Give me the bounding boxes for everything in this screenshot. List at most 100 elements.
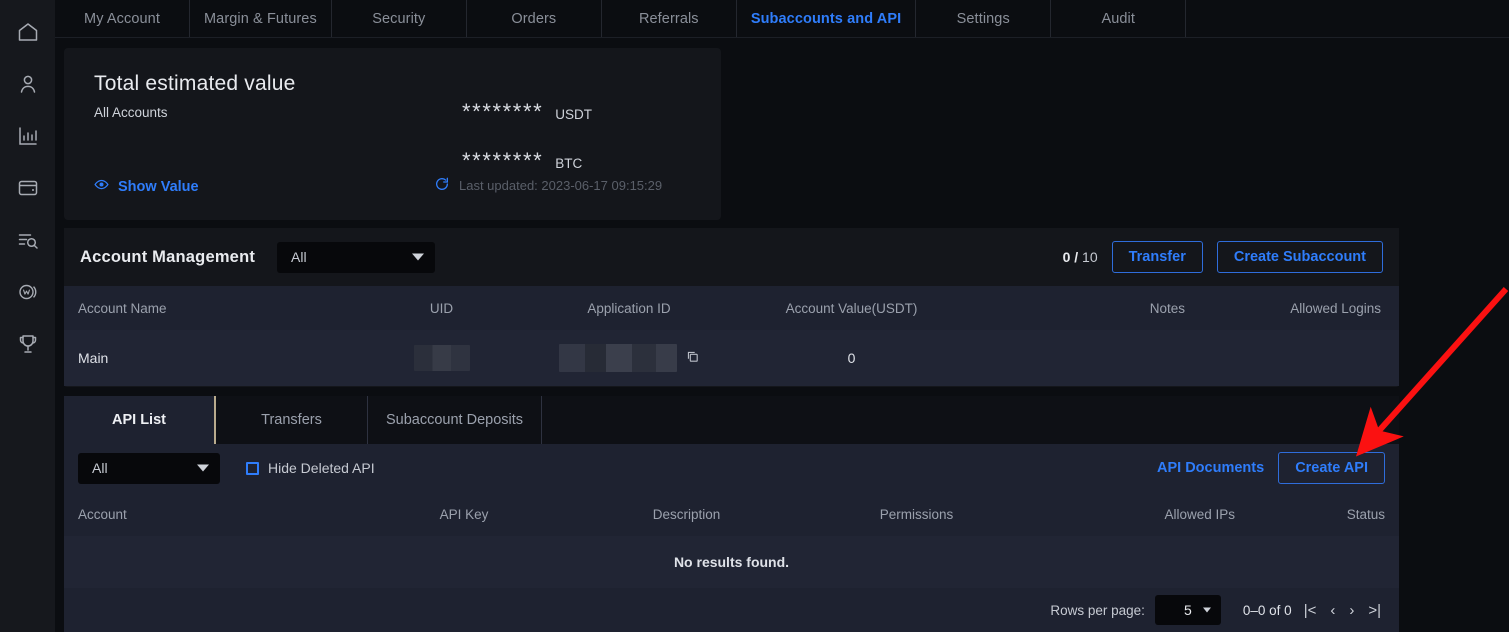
wallet-icon (16, 176, 40, 200)
subaccount-counter-total: 10 (1082, 249, 1098, 265)
col-allowed-ips: Allowed IPs (1164, 506, 1235, 522)
last-updated-text: Last updated: 2023-06-17 09:15:29 (459, 178, 663, 193)
application-id-redacted (558, 344, 677, 372)
w-coin-icon (16, 280, 40, 304)
tab-referrals[interactable]: Referrals (602, 0, 737, 37)
api-table-header: Account API Key Description Permissions … (64, 492, 1399, 536)
hide-deleted-api-label: Hide Deleted API (268, 460, 375, 476)
api-empty-state: No results found. (64, 536, 1399, 588)
main-content: My Account Margin & Futures Security Ord… (55, 0, 1509, 632)
last-updated-row: Last updated: 2023-06-17 09:15:29 (434, 176, 662, 195)
sidebar-item-competition[interactable] (0, 318, 55, 370)
api-section-panel: API List Transfers Subaccount Deposits A… (64, 396, 1399, 632)
btc-masked-value: ******** (462, 148, 544, 173)
hide-deleted-api-checkbox[interactable] (246, 461, 259, 475)
account-management-panel: Account Management All 0 / 10 Transfer C… (64, 228, 1399, 387)
chevron-down-icon (197, 464, 209, 472)
api-pagination: Rows per page: 5 0–0 of 0 |< ‹ › >| (64, 588, 1399, 632)
hide-deleted-api-checkbox-row[interactable]: Hide Deleted API (246, 460, 375, 476)
api-empty-message: No results found. (673, 554, 790, 570)
last-page-button[interactable]: >| (1366, 602, 1383, 619)
col-status: Status (1346, 506, 1385, 522)
usdt-unit-label: USDT (555, 106, 593, 122)
sidebar-item-home[interactable] (0, 6, 55, 58)
user-icon (16, 72, 40, 96)
tab-subaccounts-and-api[interactable]: Subaccounts and API (737, 0, 917, 37)
show-value-label: Show Value (118, 178, 199, 195)
eye-icon (94, 177, 109, 196)
chevron-down-icon (1202, 607, 1211, 613)
total-value-card: Total estimated value All Accounts *****… (64, 48, 721, 220)
home-icon (16, 20, 40, 44)
tab-my-account[interactable]: My Account (55, 0, 190, 37)
bar-chart-icon (16, 124, 40, 148)
subaccount-counter: 0 / 10 (1063, 249, 1098, 265)
tab-audit[interactable]: Audit (1051, 0, 1187, 37)
page-root: My Account Margin & Futures Security Ord… (0, 0, 1509, 632)
account-table-header: Account Name UID Application ID Account … (64, 286, 1399, 330)
cell-account-value: 0 (847, 350, 856, 366)
amount-row-usdt: ******** USDT (462, 74, 702, 123)
api-filter-select[interactable]: All (78, 452, 220, 484)
sidebar-item-orders[interactable] (0, 214, 55, 266)
api-documents-link[interactable]: API Documents (1157, 460, 1264, 476)
account-management-title: Account Management (80, 247, 256, 266)
col-application-id: Application ID (587, 300, 671, 316)
subtab-subaccount-deposits[interactable]: Subaccount Deposits (368, 396, 543, 444)
btc-unit-label: BTC (555, 155, 583, 171)
cell-application-id (529, 344, 729, 372)
subaccount-counter-current: 0 (1062, 249, 1071, 265)
account-management-header: Account Management All 0 / 10 Transfer C… (64, 228, 1399, 286)
subtab-transfers[interactable]: Transfers (216, 396, 368, 444)
pagination-range: 0–0 of 0 (1242, 602, 1292, 618)
usdt-masked-value: ******** (462, 99, 544, 124)
subtabs-filler (542, 396, 1399, 444)
amount-row-btc: ******** BTC (462, 123, 702, 172)
create-api-button[interactable]: Create API (1278, 452, 1385, 484)
refresh-icon[interactable] (434, 176, 450, 195)
table-row[interactable]: Main 0 (64, 330, 1399, 386)
prev-page-button[interactable]: ‹ (1328, 602, 1337, 619)
tab-margin-futures[interactable]: Margin & Futures (190, 0, 332, 37)
col-uid: UID (429, 300, 454, 316)
col-allowed-logins: Allowed Logins (1290, 300, 1381, 316)
trophy-icon (16, 332, 40, 356)
copy-icon[interactable] (685, 349, 700, 367)
cell-uid (354, 345, 529, 371)
subaccount-counter-separator: / (1074, 249, 1079, 265)
tab-settings[interactable]: Settings (916, 0, 1052, 37)
create-subaccount-button[interactable]: Create Subaccount (1216, 241, 1383, 273)
next-page-button[interactable]: › (1347, 602, 1356, 619)
cell-account-name: Main (78, 350, 109, 366)
top-tabbar: My Account Margin & Futures Security Ord… (55, 0, 1509, 38)
subtab-api-list[interactable]: API List (64, 396, 216, 444)
account-filter-select[interactable]: All (277, 241, 436, 273)
sidebar-item-account[interactable] (0, 58, 55, 110)
col-api-key: API Key (439, 506, 489, 522)
order-search-icon (16, 228, 40, 252)
chevron-down-icon (412, 253, 425, 261)
sidebar-item-markets[interactable] (0, 110, 55, 162)
sidebar-item-wallet[interactable] (0, 162, 55, 214)
col-account: Account (78, 506, 127, 522)
rows-per-page-label: Rows per page: (1050, 602, 1145, 618)
col-account-value: Account Value(USDT) (785, 300, 918, 316)
api-toolbar: All Hide Deleted API API Documents Creat… (64, 444, 1399, 492)
uid-redacted (413, 345, 470, 371)
left-sidebar (0, 0, 55, 632)
tab-security[interactable]: Security (332, 0, 467, 37)
col-account-name: Account Name (78, 300, 167, 316)
col-permissions: Permissions (879, 506, 954, 522)
show-value-button[interactable]: Show Value (94, 177, 199, 196)
first-page-button[interactable]: |< (1302, 602, 1319, 619)
rows-per-page-select[interactable]: 5 (1154, 595, 1221, 625)
col-description: Description (652, 506, 721, 522)
account-filter-value: All (291, 249, 307, 265)
api-subtabs: API List Transfers Subaccount Deposits (64, 396, 1399, 444)
tab-orders[interactable]: Orders (467, 0, 602, 37)
transfer-button[interactable]: Transfer (1111, 241, 1203, 273)
rows-per-page-value: 5 (1183, 602, 1192, 618)
total-value-amounts: ******** USDT ******** BTC (462, 74, 702, 172)
api-filter-value: All (92, 460, 108, 476)
sidebar-item-rewards[interactable] (0, 266, 55, 318)
